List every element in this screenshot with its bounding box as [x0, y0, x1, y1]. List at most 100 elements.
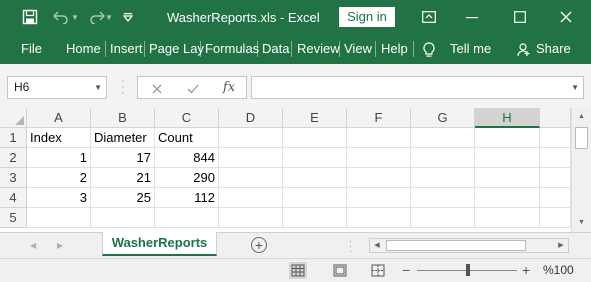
zoom-in-button[interactable]: +	[522, 261, 532, 279]
undo-dropdown-icon[interactable]: ▼	[70, 0, 80, 34]
zoom-slider-thumb[interactable]	[466, 264, 470, 276]
select-all-button[interactable]	[0, 108, 27, 128]
cell-a3[interactable]: 2	[27, 168, 91, 188]
cell-i4[interactable]	[540, 188, 571, 208]
column-header-a[interactable]: A	[27, 108, 91, 128]
cell-h3[interactable]	[475, 168, 540, 188]
tab-view[interactable]: View	[344, 34, 372, 64]
vertical-scrollbar[interactable]: ▲ ▼	[571, 108, 591, 232]
chevron-down-icon[interactable]: ▼	[94, 77, 102, 98]
cell-i2[interactable]	[540, 148, 571, 168]
cell-f4[interactable]	[347, 188, 411, 208]
formula-input[interactable]: ▼	[251, 76, 584, 99]
normal-view-icon[interactable]	[289, 262, 307, 279]
formula-bar-resize-handle[interactable]: · · ·	[121, 76, 127, 99]
sign-in-button[interactable]: Sign in	[339, 7, 395, 27]
cell-e4[interactable]	[283, 188, 347, 208]
enter-check-icon[interactable]	[184, 77, 202, 98]
cell-b3[interactable]: 21	[91, 168, 155, 188]
share-button[interactable]: Share	[536, 34, 571, 64]
tab-split-handle[interactable]: · · ·	[349, 237, 355, 257]
cell-a2[interactable]: 1	[27, 148, 91, 168]
maximize-icon[interactable]	[512, 0, 528, 34]
page-break-preview-icon[interactable]	[369, 262, 387, 279]
cancel-icon[interactable]	[148, 77, 166, 98]
add-sheet-icon[interactable]: +	[251, 237, 267, 253]
redo-dropdown-icon[interactable]: ▼	[104, 0, 114, 34]
cell-f5[interactable]	[347, 208, 411, 228]
cell-c2[interactable]: 844	[155, 148, 219, 168]
cell-c5[interactable]	[155, 208, 219, 228]
tab-review[interactable]: Review	[297, 34, 340, 64]
customize-toolbar-icon[interactable]	[120, 0, 136, 34]
previous-sheet-icon[interactable]: ◀	[30, 233, 36, 259]
cell-f3[interactable]	[347, 168, 411, 188]
cell-a4[interactable]: 3	[27, 188, 91, 208]
next-sheet-icon[interactable]: ▶	[57, 233, 63, 259]
zoom-out-button[interactable]: −	[402, 261, 412, 279]
cell-i3[interactable]	[540, 168, 571, 188]
tab-formulas[interactable]: Formulas	[205, 34, 259, 64]
cell-g2[interactable]	[411, 148, 475, 168]
insert-function-icon[interactable]: fx	[218, 77, 240, 98]
name-box[interactable]: H6 ▼	[7, 76, 107, 99]
save-icon[interactable]	[18, 0, 42, 34]
column-header-h[interactable]: H	[475, 108, 540, 128]
column-header-i[interactable]	[540, 108, 571, 128]
cell-d2[interactable]	[219, 148, 283, 168]
cell-b5[interactable]	[91, 208, 155, 228]
cell-g3[interactable]	[411, 168, 475, 188]
cell-a5[interactable]	[27, 208, 91, 228]
vertical-scroll-thumb[interactable]	[575, 127, 588, 149]
zoom-level[interactable]: %100	[543, 262, 574, 279]
cell-g4[interactable]	[411, 188, 475, 208]
cell-b1[interactable]: Diameter	[91, 128, 155, 148]
row-header-1[interactable]: 1	[0, 128, 27, 148]
cell-h5[interactable]	[475, 208, 540, 228]
cell-c1[interactable]: Count	[155, 128, 219, 148]
cell-d1[interactable]	[219, 128, 283, 148]
cell-c4[interactable]: 112	[155, 188, 219, 208]
close-icon[interactable]	[558, 0, 574, 34]
cell-h1[interactable]	[475, 128, 540, 148]
cell-d3[interactable]	[219, 168, 283, 188]
scroll-up-icon[interactable]: ▲	[572, 111, 591, 123]
tab-file[interactable]: File	[21, 34, 42, 64]
column-header-c[interactable]: C	[155, 108, 219, 128]
row-header-2[interactable]: 2	[0, 148, 27, 168]
column-header-b[interactable]: B	[91, 108, 155, 128]
undo-icon[interactable]	[50, 0, 72, 34]
cell-e1[interactable]	[283, 128, 347, 148]
cell-b4[interactable]: 25	[91, 188, 155, 208]
column-header-d[interactable]: D	[219, 108, 283, 128]
cell-d5[interactable]	[219, 208, 283, 228]
worksheet-grid[interactable]: A B C D E F G H 1 2 3 4 5 Index Diameter…	[0, 108, 591, 232]
cell-g5[interactable]	[411, 208, 475, 228]
cell-e5[interactable]	[283, 208, 347, 228]
cell-d4[interactable]	[219, 188, 283, 208]
cell-a1[interactable]: Index	[27, 128, 91, 148]
cell-b2[interactable]: 17	[91, 148, 155, 168]
row-header-5[interactable]: 5	[0, 208, 27, 228]
expand-formula-bar-icon[interactable]: ▼	[571, 77, 579, 98]
cell-e2[interactable]	[283, 148, 347, 168]
cell-g1[interactable]	[411, 128, 475, 148]
cell-i5[interactable]	[540, 208, 571, 228]
tab-home[interactable]: Home	[66, 34, 101, 64]
tab-page-layout[interactable]: Page Lay	[149, 34, 204, 64]
page-layout-view-icon[interactable]	[331, 262, 349, 279]
cell-e3[interactable]	[283, 168, 347, 188]
cell-f1[interactable]	[347, 128, 411, 148]
column-header-g[interactable]: G	[411, 108, 475, 128]
row-header-3[interactable]: 3	[0, 168, 27, 188]
lightbulb-icon[interactable]	[423, 34, 435, 64]
horizontal-scrollbar[interactable]: ◀ ▶	[369, 238, 569, 253]
minimize-icon[interactable]	[464, 0, 480, 34]
scroll-down-icon[interactable]: ▼	[572, 217, 591, 229]
column-header-e[interactable]: E	[283, 108, 347, 128]
cell-h4[interactable]	[475, 188, 540, 208]
tab-help[interactable]: Help	[381, 34, 408, 64]
cell-c3[interactable]: 290	[155, 168, 219, 188]
scroll-right-icon[interactable]: ▶	[554, 239, 568, 252]
sheet-tab-washerreports[interactable]: WasherReports	[102, 232, 217, 256]
